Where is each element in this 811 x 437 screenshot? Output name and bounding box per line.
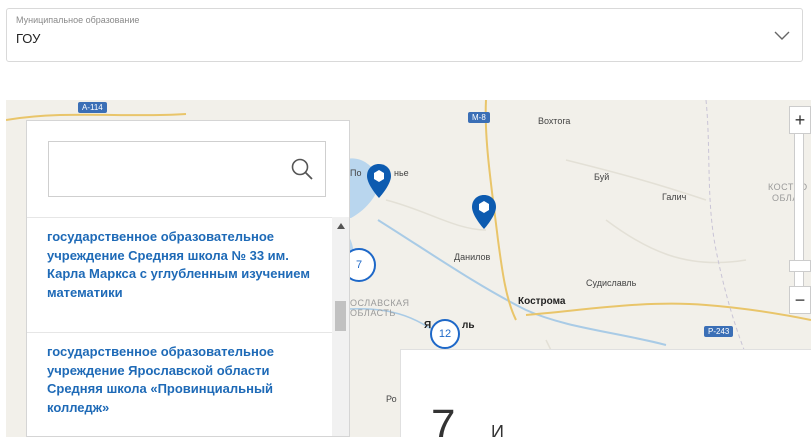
search-box[interactable] — [48, 141, 326, 197]
place-kostroma: Кострома — [518, 296, 566, 307]
list-item[interactable]: государственное образовательное учрежден… — [27, 332, 333, 436]
municipality-label: Муниципальное образование — [16, 15, 140, 25]
info-card: 7 И — [400, 349, 811, 437]
place-poshekhonye-a: По — [350, 168, 362, 178]
scroll-up-arrow-icon[interactable] — [332, 217, 349, 234]
place-ro-fragment: Ро — [386, 394, 397, 404]
region-yaroslavl-1: ОСЛАВСКАЯ — [350, 298, 410, 308]
place-yaroslavl-fragment: ль — [462, 320, 475, 331]
map-pin-icon[interactable] — [366, 163, 392, 199]
place-vokhtoga: Вохтога — [538, 116, 571, 126]
list-scrollbar[interactable] — [332, 217, 349, 436]
place-sudislavl: Судиславль — [586, 278, 637, 288]
region-yaroslavl-2: ОБЛАСТЬ — [350, 308, 396, 318]
zoom-slider-handle[interactable] — [789, 260, 811, 272]
place-buy: Буй — [594, 172, 610, 182]
zoom-in-button[interactable]: + — [789, 106, 811, 134]
municipality-select[interactable]: Муниципальное образование ГОУ — [6, 8, 803, 62]
road-m8-label: M-8 — [468, 112, 490, 123]
search-icon[interactable] — [289, 156, 315, 182]
card-count: 7 — [431, 401, 456, 437]
road-a114-label: A-114 — [78, 102, 107, 113]
list-item[interactable]: государственное образовательное учрежден… — [27, 217, 333, 332]
municipality-value: ГОУ — [16, 31, 41, 46]
school-list: государственное образовательное учрежден… — [27, 217, 333, 436]
scroll-thumb[interactable] — [335, 301, 346, 331]
school-title[interactable]: государственное образовательное учрежден… — [47, 343, 313, 417]
place-danilov: Данилов — [454, 252, 491, 262]
map-pin-icon[interactable] — [471, 194, 497, 230]
chevron-down-icon[interactable] — [772, 25, 792, 45]
search-panel: государственное образовательное учрежден… — [26, 120, 350, 437]
card-text: И — [491, 422, 504, 437]
zoom-out-button[interactable]: − — [789, 286, 811, 314]
place-galich: Галич — [662, 192, 687, 202]
search-input[interactable] — [49, 142, 299, 196]
map-cluster[interactable]: 12 — [430, 319, 460, 349]
road-p243-label: P-243 — [704, 326, 734, 337]
place-poshekhonye-b: нье — [394, 168, 409, 178]
school-title[interactable]: государственное образовательное учрежден… — [47, 228, 313, 302]
